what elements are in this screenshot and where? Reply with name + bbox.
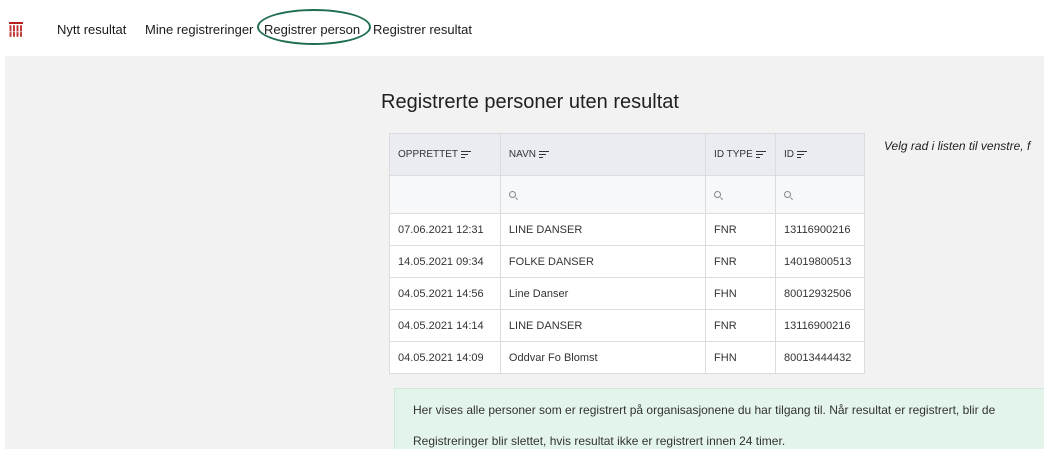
test-tubes-icon[interactable] bbox=[9, 22, 23, 40]
filter-id-input[interactable] bbox=[775, 175, 865, 214]
cell-id-type: FNR bbox=[705, 309, 777, 342]
sort-icon[interactable] bbox=[538, 150, 549, 159]
table-row[interactable]: 07.06.2021 12:31 LINE DANSER FNR 1311690… bbox=[389, 213, 865, 246]
cell-name: LINE DANSER bbox=[499, 213, 707, 246]
cell-id: 13116900216 bbox=[775, 309, 865, 342]
cell-id: 80013444432 bbox=[775, 341, 865, 374]
table-row[interactable]: 04.05.2021 14:09 Oddvar Fo Blomst FHN 80… bbox=[389, 341, 865, 374]
cell-name: Line Danser bbox=[499, 277, 707, 310]
cell-id: 13116900216 bbox=[775, 213, 865, 246]
sort-icon[interactable] bbox=[797, 150, 808, 159]
table-row[interactable]: 04.05.2021 14:56 Line Danser FHN 8001293… bbox=[389, 277, 865, 310]
cell-created: 07.06.2021 12:31 bbox=[389, 213, 501, 246]
table-row[interactable]: 04.05.2021 14:14 LINE DANSER FNR 1311690… bbox=[389, 309, 865, 342]
column-header-navn[interactable]: NAVN bbox=[499, 133, 707, 176]
cell-name: LINE DANSER bbox=[499, 309, 707, 342]
sort-icon[interactable] bbox=[755, 150, 766, 159]
cell-created: 14.05.2021 09:34 bbox=[389, 245, 501, 278]
cell-created: 04.05.2021 14:14 bbox=[389, 309, 501, 342]
filter-cell-empty bbox=[389, 175, 501, 214]
column-header-id-type[interactable]: ID TYPE bbox=[705, 133, 777, 176]
cell-created: 04.05.2021 14:56 bbox=[389, 277, 501, 310]
nav-mine-registreringer[interactable]: Mine registreringer bbox=[145, 22, 253, 37]
cell-id: 14019800513 bbox=[775, 245, 865, 278]
search-icon bbox=[784, 190, 792, 198]
column-header-opprettet[interactable]: OPPRETTET bbox=[389, 133, 501, 176]
cell-id: 80012932506 bbox=[775, 277, 865, 310]
cell-created: 04.05.2021 14:09 bbox=[389, 341, 501, 374]
cell-name: FOLKE DANSER bbox=[499, 245, 707, 278]
cell-name: Oddvar Fo Blomst bbox=[499, 341, 707, 374]
info-text-line: Registreringer blir slettet, hvis result… bbox=[413, 434, 786, 448]
active-nav-highlight bbox=[257, 9, 371, 45]
filter-row bbox=[389, 175, 865, 214]
info-banner: Her vises alle personer som er registrer… bbox=[394, 388, 1044, 449]
filter-id-type-input[interactable] bbox=[705, 175, 777, 214]
select-row-hint: Velg rad i listen til venstre, f bbox=[884, 139, 1031, 153]
cell-id-type: FHN bbox=[705, 277, 777, 310]
table-header-row: OPPRETTET NAVN ID TYPE ID bbox=[389, 133, 865, 176]
page-title: Registrerte personer uten resultat bbox=[381, 91, 679, 113]
sort-icon[interactable] bbox=[461, 150, 472, 159]
cell-id-type: FHN bbox=[705, 341, 777, 374]
search-icon bbox=[508, 190, 516, 198]
cell-id-type: FNR bbox=[705, 245, 777, 278]
nav-registrer-resultat[interactable]: Registrer resultat bbox=[373, 22, 472, 37]
cell-id-type: FNR bbox=[705, 213, 777, 246]
filter-navn-input[interactable] bbox=[499, 175, 707, 214]
top-navbar: Nytt resultat Mine registreringer Regist… bbox=[0, 0, 1044, 56]
nav-nytt-resultat[interactable]: Nytt resultat bbox=[57, 22, 126, 37]
info-text-line: Her vises alle personer som er registrer… bbox=[413, 403, 996, 417]
search-icon bbox=[714, 190, 722, 198]
table-row[interactable]: 14.05.2021 09:34 FOLKE DANSER FNR 140198… bbox=[389, 245, 865, 278]
persons-table: OPPRETTET NAVN ID TYPE ID 07.06.2021 12:… bbox=[389, 133, 865, 374]
column-header-id[interactable]: ID bbox=[775, 133, 865, 176]
